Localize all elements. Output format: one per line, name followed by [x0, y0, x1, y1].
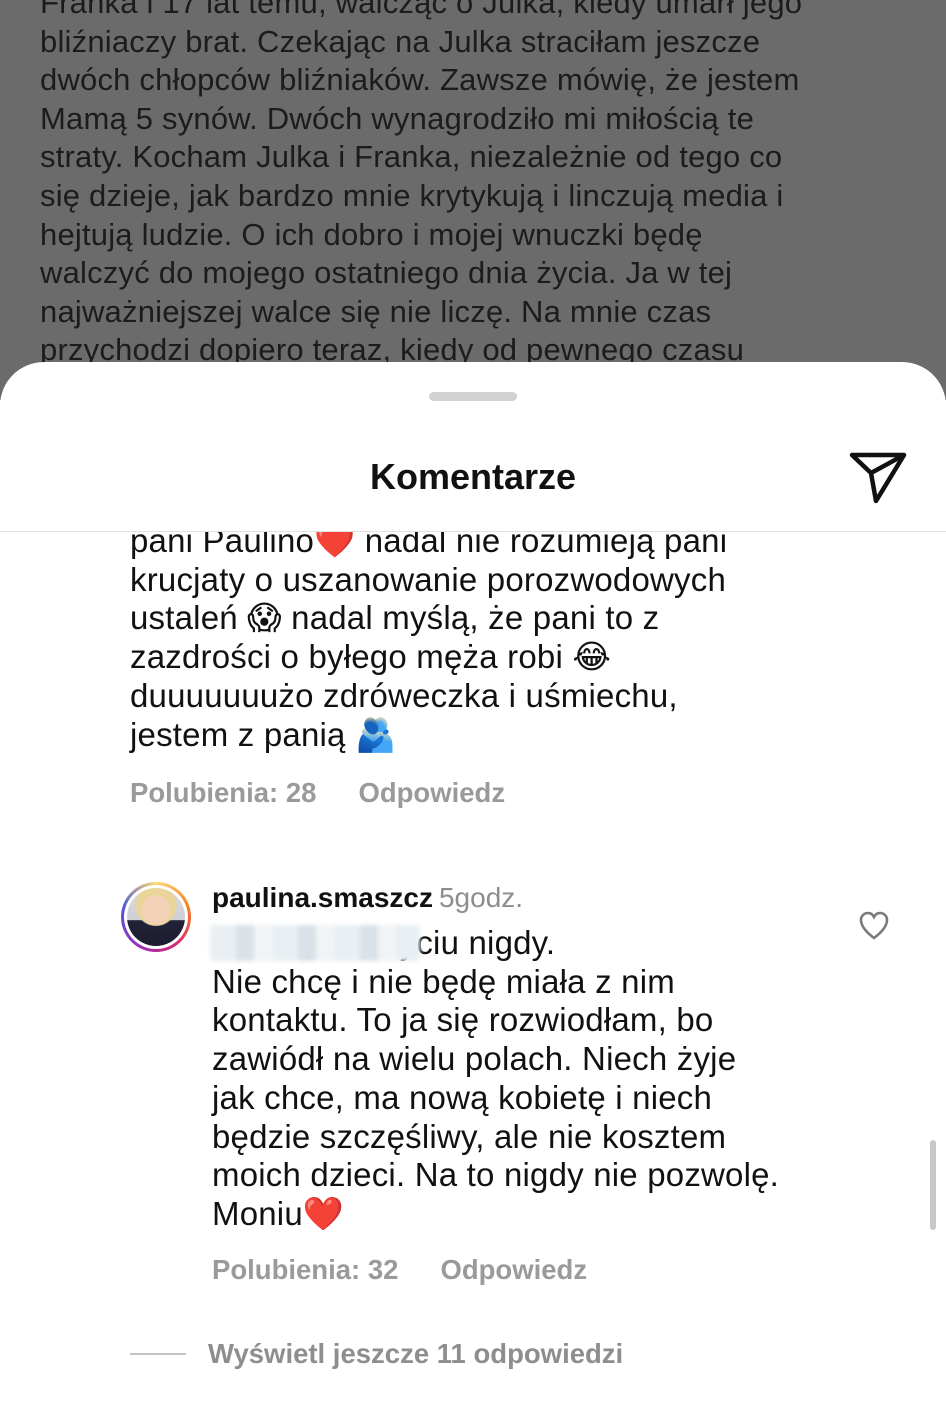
like-heart-icon[interactable]: [858, 910, 890, 942]
likes-count[interactable]: Polubienia: 32: [212, 1254, 398, 1285]
view-more-label: Wyświetl jeszcze 11 odpowiedzi: [208, 1338, 624, 1369]
post-caption-text: Franka i 17 lat temu, walcząc o Julka, k…: [40, 0, 803, 368]
reply-button[interactable]: Odpowiedz: [440, 1254, 587, 1285]
avatar-photo: [127, 888, 185, 946]
likes-count[interactable]: Polubienia: 28: [130, 777, 316, 808]
reply-time: 5godz.: [438, 882, 524, 913]
reply-avatar[interactable]: [121, 882, 191, 952]
share-button[interactable]: [846, 448, 910, 508]
blurred-mention: [210, 925, 420, 961]
comment-list[interactable]: pani Paulino❤️ nadal nie rozumieją pani …: [0, 532, 946, 1424]
reply-header: paulina.smaszcz 5godz.: [212, 882, 523, 914]
comment-meta: Polubienia: 28 Odpowiedz: [130, 777, 505, 809]
thread-line: [130, 1353, 186, 1355]
sheet-header: Komentarze: [0, 422, 946, 532]
post-caption-backdrop: Franka i 17 lat temu, walcząc o Julka, k…: [0, 0, 946, 400]
comments-sheet: Komentarze pani Paulino❤️ nadal nie rozu…: [0, 362, 946, 1424]
reply-meta: Polubienia: 32 Odpowiedz: [212, 1254, 587, 1286]
sheet-title: Komentarze: [369, 456, 577, 497]
reply-button[interactable]: Odpowiedz: [358, 777, 505, 808]
view-more-replies-button[interactable]: Wyświetl jeszcze 11 odpowiedzi: [130, 1338, 623, 1370]
reply-username[interactable]: paulina.smaszcz: [212, 882, 433, 913]
sheet-drag-handle[interactable]: [429, 392, 517, 401]
scrollbar[interactable]: [930, 1140, 936, 1230]
avatar-ring: [124, 885, 188, 949]
comment-text: pani Paulino❤️ nadal nie rozumieją pani …: [130, 532, 728, 753]
paper-plane-icon: [849, 452, 907, 504]
screen: Franka i 17 lat temu, walcząc o Julka, k…: [0, 0, 946, 1424]
reply-text: Moniu, a w życiu nigdy. Nie chcę i nie b…: [212, 924, 780, 1232]
